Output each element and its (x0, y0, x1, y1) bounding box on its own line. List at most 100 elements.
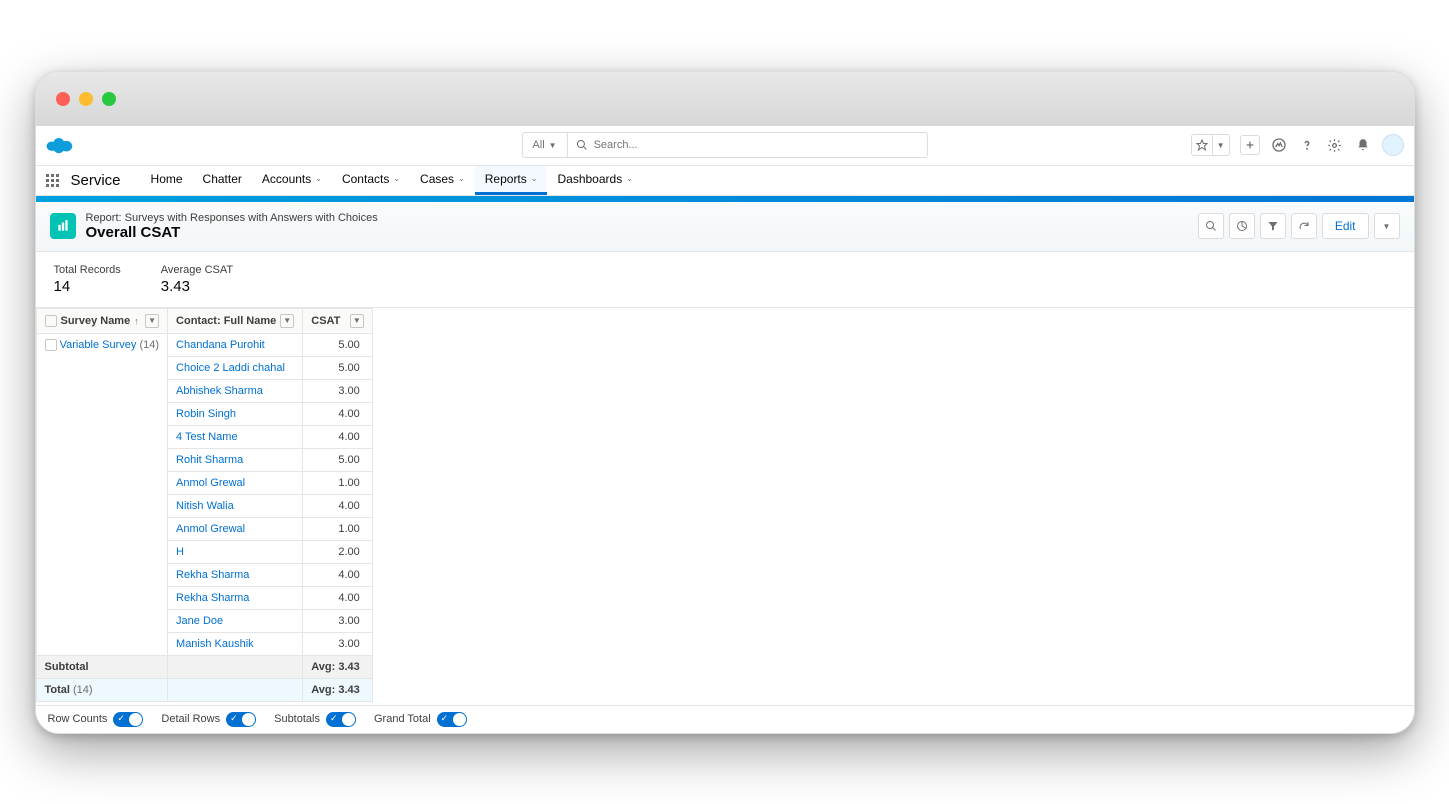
report-icon (50, 213, 76, 239)
csat-value: 4.00 (303, 425, 373, 448)
csat-value: 5.00 (303, 333, 373, 356)
row-counts-toggle[interactable] (113, 712, 143, 727)
detail-rows-toggle[interactable] (226, 712, 256, 727)
subtotal-avg: Avg: 3.43 (303, 655, 373, 678)
nav-label: Dashboards (557, 172, 622, 186)
csat-value: 4.00 (303, 494, 373, 517)
nav-label: Contacts (342, 172, 389, 186)
csat-value: 3.00 (303, 379, 373, 402)
chevron-down-icon: ⌄ (531, 174, 538, 183)
contact-link[interactable]: Nitish Walia (168, 494, 303, 517)
mac-titlebar (36, 72, 1414, 126)
csat-value: 5.00 (303, 448, 373, 471)
nav-item-accounts[interactable]: Accounts⌄ (252, 166, 332, 195)
help-icon[interactable] (1298, 136, 1316, 154)
avg-csat-value: 3.43 (161, 278, 233, 295)
contact-link[interactable]: Robin Singh (168, 402, 303, 425)
contact-link[interactable]: Anmol Grewal (168, 517, 303, 540)
close-window-button[interactable] (56, 92, 70, 106)
group-collapse-checkbox[interactable] (45, 315, 57, 327)
refresh-icon (1298, 220, 1310, 232)
column-header-contact[interactable]: Contact: Full Name (176, 315, 276, 327)
nav-item-contacts[interactable]: Contacts ⌄ (332, 166, 410, 195)
contact-link[interactable]: Rekha Sharma (168, 586, 303, 609)
row-counts-label: Row Counts (48, 713, 108, 725)
contact-link[interactable]: Chandana Purohit (168, 333, 303, 356)
nav-label: Home (151, 172, 183, 186)
contact-link[interactable]: Manish Kaushik (168, 632, 303, 655)
nav-item-reports[interactable]: Reports ⌄ (475, 166, 548, 195)
table-row: Variable Survey (14) Chandana Purohit5.00 (36, 333, 372, 356)
search-input[interactable] (594, 139, 919, 151)
contact-link[interactable]: Rohit Sharma (168, 448, 303, 471)
chart-toggle-button[interactable] (1229, 213, 1255, 239)
nav-label: Reports (485, 172, 527, 186)
bell-icon[interactable] (1354, 136, 1372, 154)
grand-total-label: Grand Total (374, 713, 431, 725)
contact-link[interactable]: Jane Doe (168, 609, 303, 632)
group-count: (14) (139, 339, 159, 351)
maximize-window-button[interactable] (102, 92, 116, 106)
total-records-value: 14 (54, 278, 121, 295)
page-title: Overall CSAT (86, 224, 378, 241)
device-frame: All ▼ ▼ (35, 71, 1415, 734)
search-scope-dropdown[interactable]: All ▼ (521, 132, 567, 158)
avatar[interactable] (1382, 134, 1404, 156)
csat-value: 3.00 (303, 632, 373, 655)
column-menu-button[interactable]: ▼ (350, 314, 364, 328)
report-search-button[interactable] (1198, 213, 1224, 239)
contact-link[interactable]: Choice 2 Laddi chahal (168, 356, 303, 379)
column-header-csat[interactable]: CSAT (311, 315, 340, 327)
column-menu-button[interactable]: ▼ (145, 314, 159, 328)
avg-csat-label: Average CSAT (161, 264, 233, 276)
report-table: Survey Name ↑ ▼ Contact: Full Name ▼ (36, 308, 373, 702)
chevron-down-icon: ▼ (1213, 141, 1229, 150)
nav-item-chatter[interactable]: Chatter (193, 166, 252, 195)
report-stats: Total Records 14 Average CSAT 3.43 (36, 252, 1414, 308)
subtotals-label: Subtotals (274, 713, 320, 725)
refresh-button[interactable] (1291, 213, 1317, 239)
sort-asc-icon: ↑ (134, 316, 139, 326)
row-checkbox[interactable] (45, 339, 57, 351)
contact-link[interactable]: Abhishek Sharma (168, 379, 303, 402)
nav-item-cases[interactable]: Cases⌄ (410, 166, 475, 195)
subtotals-toggle[interactable] (326, 712, 356, 727)
app-launcher-icon[interactable] (46, 174, 59, 187)
global-header: All ▼ ▼ (36, 126, 1414, 166)
filter-button[interactable] (1260, 213, 1286, 239)
subtotal-label: Subtotal (36, 655, 168, 678)
total-label: Total (14) (36, 678, 168, 701)
contact-link[interactable]: 4 Test Name (168, 425, 303, 448)
nav-item-home[interactable]: Home (141, 166, 193, 195)
chevron-down-icon: ⌄ (393, 174, 400, 183)
app-name: Service (71, 166, 121, 195)
grand-total-toggle[interactable] (437, 712, 467, 727)
column-menu-button[interactable]: ▼ (280, 314, 294, 328)
gear-icon[interactable] (1326, 136, 1344, 154)
csat-value: 4.00 (303, 586, 373, 609)
search-icon (1205, 220, 1217, 232)
column-header-survey[interactable]: Survey Name (61, 315, 131, 327)
page-header: Report: Surveys with Responses with Answ… (36, 202, 1414, 252)
contact-link[interactable]: H (168, 540, 303, 563)
trailhead-icon[interactable] (1270, 136, 1288, 154)
edit-button[interactable]: Edit (1322, 213, 1369, 239)
contact-link[interactable]: Anmol Grewal (168, 471, 303, 494)
global-actions-button[interactable] (1240, 135, 1260, 155)
salesforce-logo-icon (46, 135, 74, 155)
group-link[interactable]: Variable Survey (60, 339, 137, 351)
nav-item-dashboards[interactable]: Dashboards ⌄ (547, 166, 642, 195)
csat-value: 4.00 (303, 402, 373, 425)
minimize-window-button[interactable] (79, 92, 93, 106)
chevron-down-icon: ⌄ (458, 174, 465, 183)
chevron-down-icon: ⌄ (315, 174, 322, 183)
page-pretitle: Report: Surveys with Responses with Answ… (86, 212, 378, 224)
chevron-down-icon: ⌄ (626, 174, 633, 183)
favorites-button[interactable]: ▼ (1191, 134, 1230, 156)
csat-value: 1.00 (303, 471, 373, 494)
filter-icon (1267, 220, 1279, 232)
more-actions-button[interactable]: ▼ (1374, 213, 1400, 239)
contact-link[interactable]: Rekha Sharma (168, 563, 303, 586)
chevron-down-icon: ▼ (1383, 222, 1391, 231)
global-search[interactable] (568, 132, 928, 158)
